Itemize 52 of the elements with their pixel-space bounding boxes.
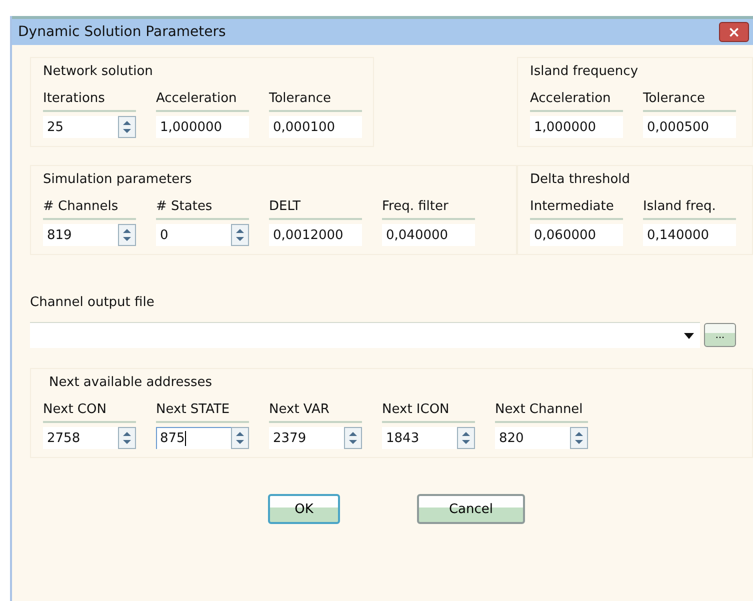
spinner-icon[interactable] bbox=[344, 427, 362, 449]
spinner-icon[interactable] bbox=[570, 427, 588, 449]
spinner-icon[interactable] bbox=[457, 427, 475, 449]
text-field[interactable]: 0,040000 bbox=[382, 224, 475, 246]
text-field[interactable]: 1,000000 bbox=[156, 116, 249, 138]
field-label: DELT bbox=[269, 199, 362, 220]
spin-field[interactable]: 820 bbox=[495, 427, 588, 449]
spinner-icon[interactable] bbox=[231, 427, 249, 449]
dialog-button[interactable]: Cancel bbox=[417, 494, 525, 524]
spin-field[interactable]: 819 bbox=[43, 224, 136, 246]
field-label: Channel output file bbox=[30, 295, 156, 310]
field-label: # States bbox=[156, 199, 249, 220]
group-title: Delta threshold bbox=[530, 172, 632, 187]
text-field[interactable]: 0,0012000 bbox=[269, 224, 362, 246]
text-field[interactable]: 0,140000 bbox=[643, 224, 736, 246]
spinner-icon[interactable] bbox=[118, 427, 136, 449]
field-label: Island freq. bbox=[643, 199, 736, 220]
group-title: Next available addresses bbox=[49, 375, 214, 390]
field-label: Freq. filter bbox=[382, 199, 475, 220]
spinner-icon[interactable] bbox=[118, 224, 136, 246]
spin-field[interactable]: 2379 bbox=[269, 427, 362, 449]
group-title: Simulation parameters bbox=[43, 172, 193, 187]
spinner-icon[interactable] bbox=[118, 116, 136, 138]
field-label: Next CON bbox=[43, 402, 136, 423]
text-field[interactable]: 0,000500 bbox=[643, 116, 736, 138]
text-field[interactable]: 1,000000 bbox=[530, 116, 623, 138]
group-title: Network solution bbox=[43, 64, 154, 79]
close-button[interactable]: × bbox=[719, 22, 749, 42]
text-field[interactable]: 0,060000 bbox=[530, 224, 623, 246]
field-label: Acceleration bbox=[156, 91, 249, 112]
dialog-button[interactable]: OK bbox=[268, 494, 340, 524]
group-title: Island frequency bbox=[530, 64, 640, 79]
spinner-icon[interactable] bbox=[231, 224, 249, 246]
spin-field[interactable]: 1843 bbox=[382, 427, 475, 449]
field-label: Next STATE bbox=[156, 402, 249, 423]
field-label: Acceleration bbox=[530, 91, 623, 112]
field-label: Next VAR bbox=[269, 402, 362, 423]
spin-field[interactable]: 875 bbox=[156, 427, 249, 449]
spin-field[interactable]: 2758 bbox=[43, 427, 136, 449]
text-field[interactable]: 0,000100 bbox=[269, 116, 362, 138]
field-label: # Channels bbox=[43, 199, 136, 220]
field-label: Intermediate bbox=[530, 199, 623, 220]
field-label: Next ICON bbox=[382, 402, 475, 423]
field-label: Iterations bbox=[43, 91, 136, 112]
spin-field[interactable]: 25 bbox=[43, 116, 136, 138]
spin-field[interactable]: 0 bbox=[156, 224, 249, 246]
dropdown-arrow-icon[interactable] bbox=[684, 332, 694, 338]
window-title: Dynamic Solution Parameters bbox=[18, 24, 226, 40]
field-label: Next Channel bbox=[495, 402, 588, 423]
browse-button[interactable]: ... bbox=[704, 323, 736, 347]
field-label: Tolerance bbox=[643, 91, 736, 112]
field-label: Tolerance bbox=[269, 91, 362, 112]
